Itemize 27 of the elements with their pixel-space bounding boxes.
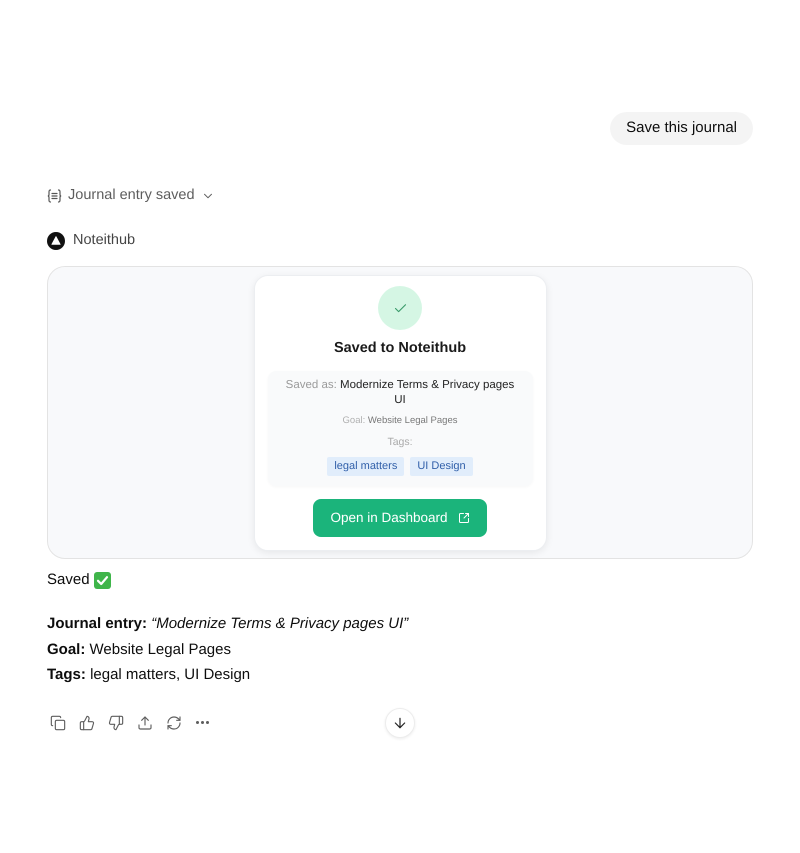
- tag-chip: legal matters: [327, 457, 404, 476]
- scroll-down-button[interactable]: [385, 708, 415, 738]
- tool-call-toggle[interactable]: Journal entry saved: [47, 186, 215, 206]
- braces-icon: [47, 189, 62, 203]
- app-name: Noteithub: [73, 231, 136, 250]
- thumbs-up-icon: [78, 714, 94, 730]
- saved-as-label: Saved as:: [286, 379, 337, 391]
- external-link-icon: [458, 512, 470, 524]
- status-text: Saved: [47, 570, 90, 590]
- triangle-logo-icon: [47, 232, 65, 250]
- card-title: Saved to Noteithub: [334, 339, 466, 358]
- tags-label: Tags:: [387, 435, 413, 449]
- share-icon: [136, 714, 152, 730]
- user-message-bubble: Save this journal: [610, 112, 753, 145]
- response-line: Goal: Website Legal Pages: [47, 640, 231, 660]
- saved-as-value: Modernize Terms & Privacy pages UI: [340, 379, 514, 406]
- goal-value: Website Legal Pages: [368, 415, 458, 426]
- more-icon: [196, 721, 209, 724]
- thumbs-down-icon: [108, 714, 124, 730]
- copy-icon: [50, 714, 66, 730]
- goal-label: Goal:: [342, 415, 366, 426]
- response-line: Journal entry: “Modernize Terms & Privacy pages UI”: [47, 614, 408, 634]
- response-line: Tags: legal matters, UI Design: [47, 665, 250, 685]
- success-check-icon: [378, 286, 422, 330]
- check-mark-icon: [94, 572, 111, 588]
- refresh-icon: [166, 714, 182, 730]
- tag-chip: UI Design: [410, 457, 473, 476]
